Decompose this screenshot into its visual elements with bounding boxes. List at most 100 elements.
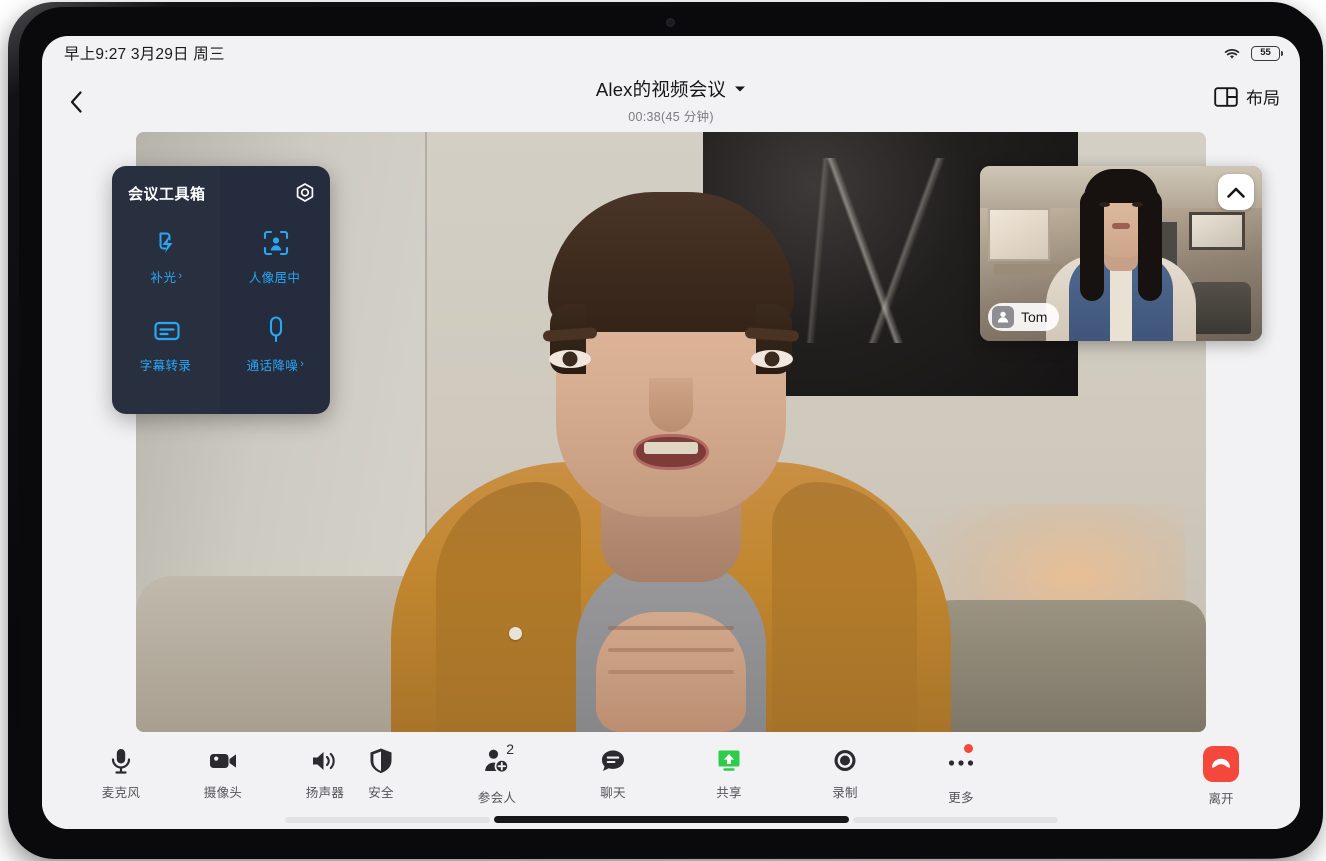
speaker-jacket-fold-left — [435, 482, 582, 732]
jacket-button — [509, 627, 522, 640]
pip-nameplate: Tom — [988, 303, 1060, 331]
chevron-right-icon: › — [178, 270, 183, 282]
meeting-actions-group: 安全 2 参会人 聊天 共享 录制 更多 — [354, 742, 988, 806]
fill-light-icon — [159, 232, 172, 253]
header-center: Alex的视频会议 00:38(45 分钟) — [42, 76, 1300, 125]
bar-item-label: 共享 — [716, 786, 742, 800]
leave-group: 离开 — [1194, 746, 1248, 807]
toolbox-header: 会议工具箱 — [128, 182, 316, 204]
toolbox-item-noise-reduction[interactable]: 通话降噪 › — [221, 312, 330, 378]
toolbox-item-label: 通话降噪 › — [247, 355, 305, 374]
participants-button[interactable]: 2 参会人 — [470, 742, 524, 806]
microphone-button[interactable]: 麦克风 — [94, 746, 148, 801]
home-indicator-left — [284, 816, 490, 823]
bar-item-label: 扬声器 — [305, 786, 345, 800]
share-screen-icon — [718, 750, 740, 771]
pip-scene-window — [988, 208, 1051, 261]
record-button[interactable]: 录制 — [818, 746, 872, 806]
pip-collapse-button[interactable] — [1218, 174, 1254, 210]
pip-participant-name: Tom — [1021, 309, 1048, 325]
chat-button[interactable]: 聊天 — [586, 746, 640, 806]
chevron-down-icon — [735, 86, 746, 92]
battery-level-text: 55 — [1260, 47, 1271, 59]
person-icon — [997, 311, 1009, 323]
camera-button[interactable]: 摄像头 — [196, 746, 250, 801]
meeting-toolbox-panel: 会议工具箱 补光 › 人像居中 字幕转录 通话降噪 › — [112, 166, 330, 414]
noise-reduction-mic-icon — [269, 316, 282, 343]
page-title: Alex的视频会议 — [595, 79, 727, 100]
speaker-button[interactable]: 扬声器 — [298, 746, 352, 801]
leave-meeting-button[interactable]: 离开 — [1194, 746, 1248, 807]
status-bar: 早上9:27 3月29日 周三 55 — [42, 36, 1300, 70]
pip-participant-figure — [1046, 169, 1196, 341]
shield-icon — [370, 748, 392, 774]
speaker-nose — [649, 378, 693, 432]
pip-eye-right — [1132, 202, 1143, 207]
meeting-duration: 00:38(45 分钟) — [628, 110, 714, 124]
home-indicator[interactable] — [42, 816, 1300, 823]
pip-mouth — [1112, 223, 1130, 229]
pip-scene-picture-frame — [1188, 211, 1246, 250]
toolbox-item-label: 字幕转录 — [140, 355, 194, 374]
camera-icon — [210, 754, 236, 768]
microphone-icon — [111, 749, 131, 774]
leave-icon-box — [1203, 746, 1239, 782]
chat-bubble-icon — [602, 750, 624, 771]
record-icon — [834, 750, 856, 771]
more-button[interactable]: 更多 — [934, 744, 988, 806]
subtitle-transcribe-icon — [153, 321, 180, 341]
hangup-icon — [1212, 758, 1230, 768]
participants-count-badge: 2 — [506, 741, 514, 757]
layout-button[interactable]: 布局 — [1214, 84, 1280, 109]
toolbox-item-label: 补光 › — [151, 267, 183, 286]
speaker-mouth — [633, 434, 709, 470]
pip-scene-chair — [1188, 281, 1251, 334]
security-button[interactable]: 安全 — [354, 746, 408, 806]
home-indicator-bar — [493, 816, 849, 823]
status-time-date: 早上9:27 3月29日 周三 — [64, 46, 225, 63]
leave-label: 离开 — [1208, 792, 1234, 806]
portrait-center-icon — [263, 230, 288, 256]
toolbox-label-text: 字幕转录 — [139, 359, 192, 373]
toolbox-label-text: 补光 — [150, 271, 177, 285]
pip-self-view[interactable]: Tom — [980, 166, 1262, 341]
speaker-icon — [313, 752, 335, 770]
toolbox-items-grid: 补光 › 人像居中 字幕转录 通话降噪 › — [112, 224, 330, 378]
battery-icon: 55 — [1251, 45, 1284, 61]
meeting-controls-bar: 麦克风 摄像头 扬声器 安全 2 参会人 聊天 共享 录制 更多 离开 — [42, 732, 1300, 829]
toolbox-label-text: 人像居中 — [248, 271, 301, 285]
pip-eye-left — [1099, 202, 1110, 207]
front-camera-icon — [666, 18, 675, 27]
toolbox-title: 会议工具箱 — [128, 185, 206, 203]
more-icon-wrap — [945, 744, 977, 781]
bar-item-label: 摄像头 — [203, 786, 243, 800]
status-indicators: 55 — [1222, 45, 1284, 61]
toolbox-item-subtitle-transcribe[interactable]: 字幕转录 — [112, 312, 221, 378]
home-indicator-right — [852, 816, 1058, 823]
share-screen-button[interactable]: 共享 — [702, 746, 756, 806]
speaker-eye-right — [751, 350, 793, 368]
bar-item-label: 更多 — [948, 791, 974, 805]
bar-item-label: 麦克风 — [101, 786, 141, 800]
gear-icon[interactable] — [294, 182, 316, 204]
wifi-icon — [1224, 48, 1240, 59]
meeting-title-button[interactable]: Alex的视频会议 — [596, 76, 746, 102]
main-speaker-figure — [391, 172, 951, 732]
chevron-right-icon: › — [300, 358, 305, 370]
speaker-hair — [548, 192, 794, 374]
participants-icon-wrap: 2 — [482, 742, 514, 781]
layout-grid-icon — [1214, 86, 1238, 107]
bar-item-label: 录制 — [832, 786, 858, 800]
device-controls-group: 麦克风 摄像头 扬声器 — [94, 746, 352, 801]
bar-item-label: 聊天 — [600, 786, 626, 800]
avatar — [992, 306, 1014, 328]
toolbox-item-label: 人像居中 — [249, 267, 303, 286]
toolbox-item-fill-light[interactable]: 补光 › — [112, 224, 221, 290]
more-notification-dot — [964, 744, 973, 753]
toolbox-item-portrait-center[interactable]: 人像居中 — [221, 224, 330, 290]
bar-item-label: 安全 — [368, 786, 394, 800]
speaker-hand — [596, 612, 746, 732]
meeting-header: Alex的视频会议 00:38(45 分钟) 布局 — [42, 70, 1300, 132]
toolbox-label-text: 通话降噪 — [246, 359, 299, 373]
chevron-up-icon — [1227, 187, 1245, 198]
